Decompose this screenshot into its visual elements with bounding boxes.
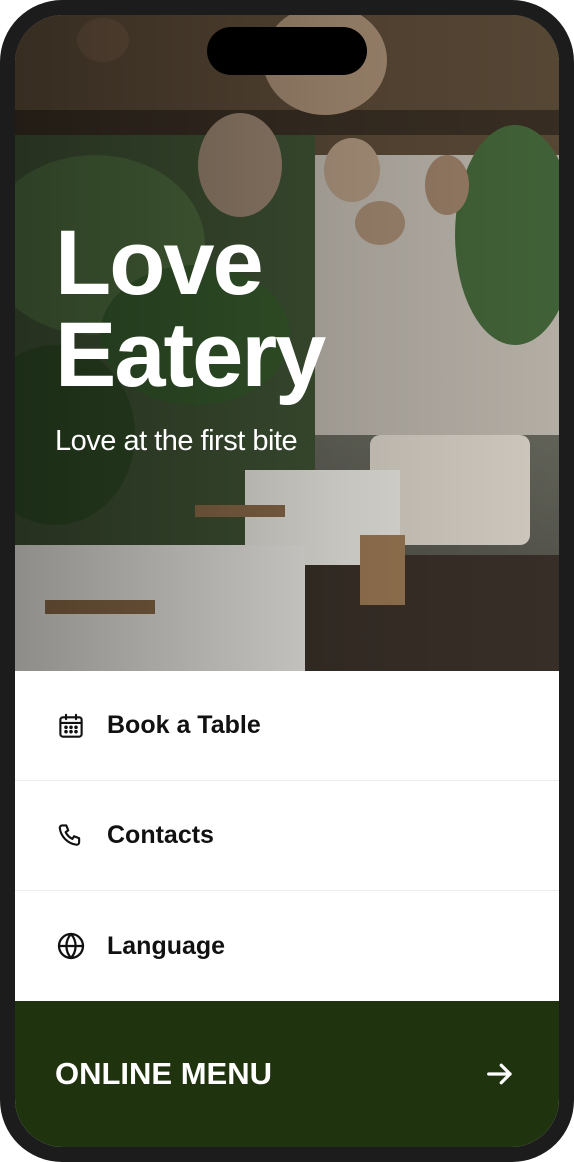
menu-item-label: Language — [107, 931, 226, 960]
title-line-2: Eatery — [55, 304, 326, 406]
menu-item-contacts[interactable]: Contacts — [15, 781, 559, 891]
tagline: Love at the first bite — [55, 425, 298, 457]
restaurant-title: Love Eatery — [55, 217, 326, 401]
globe-icon — [55, 930, 87, 962]
menu-item-label: Book a Table — [107, 711, 261, 739]
app-screen: Love Eatery Love at the first bite Book … — [15, 15, 559, 1147]
menu-item-book-table[interactable]: Book a Table — [15, 671, 559, 781]
dynamic-island — [207, 27, 367, 75]
title-line-1: Love — [55, 212, 264, 314]
hero-section: Love Eatery Love at the first bite — [15, 15, 559, 671]
online-menu-button[interactable]: ONLINE MENU — [15, 1001, 559, 1147]
phone-frame: Love Eatery Love at the first bite Book … — [0, 0, 574, 1162]
menu-item-label: Contacts — [107, 821, 214, 849]
online-menu-label: ONLINE MENU — [55, 1056, 272, 1091]
arrow-right-icon — [487, 1063, 512, 1085]
menu-item-language[interactable]: Language — [15, 891, 559, 1001]
menu-list: Book a Table Contacts Language — [15, 671, 559, 1001]
calendar-icon — [55, 710, 87, 742]
phone-icon — [55, 820, 87, 852]
